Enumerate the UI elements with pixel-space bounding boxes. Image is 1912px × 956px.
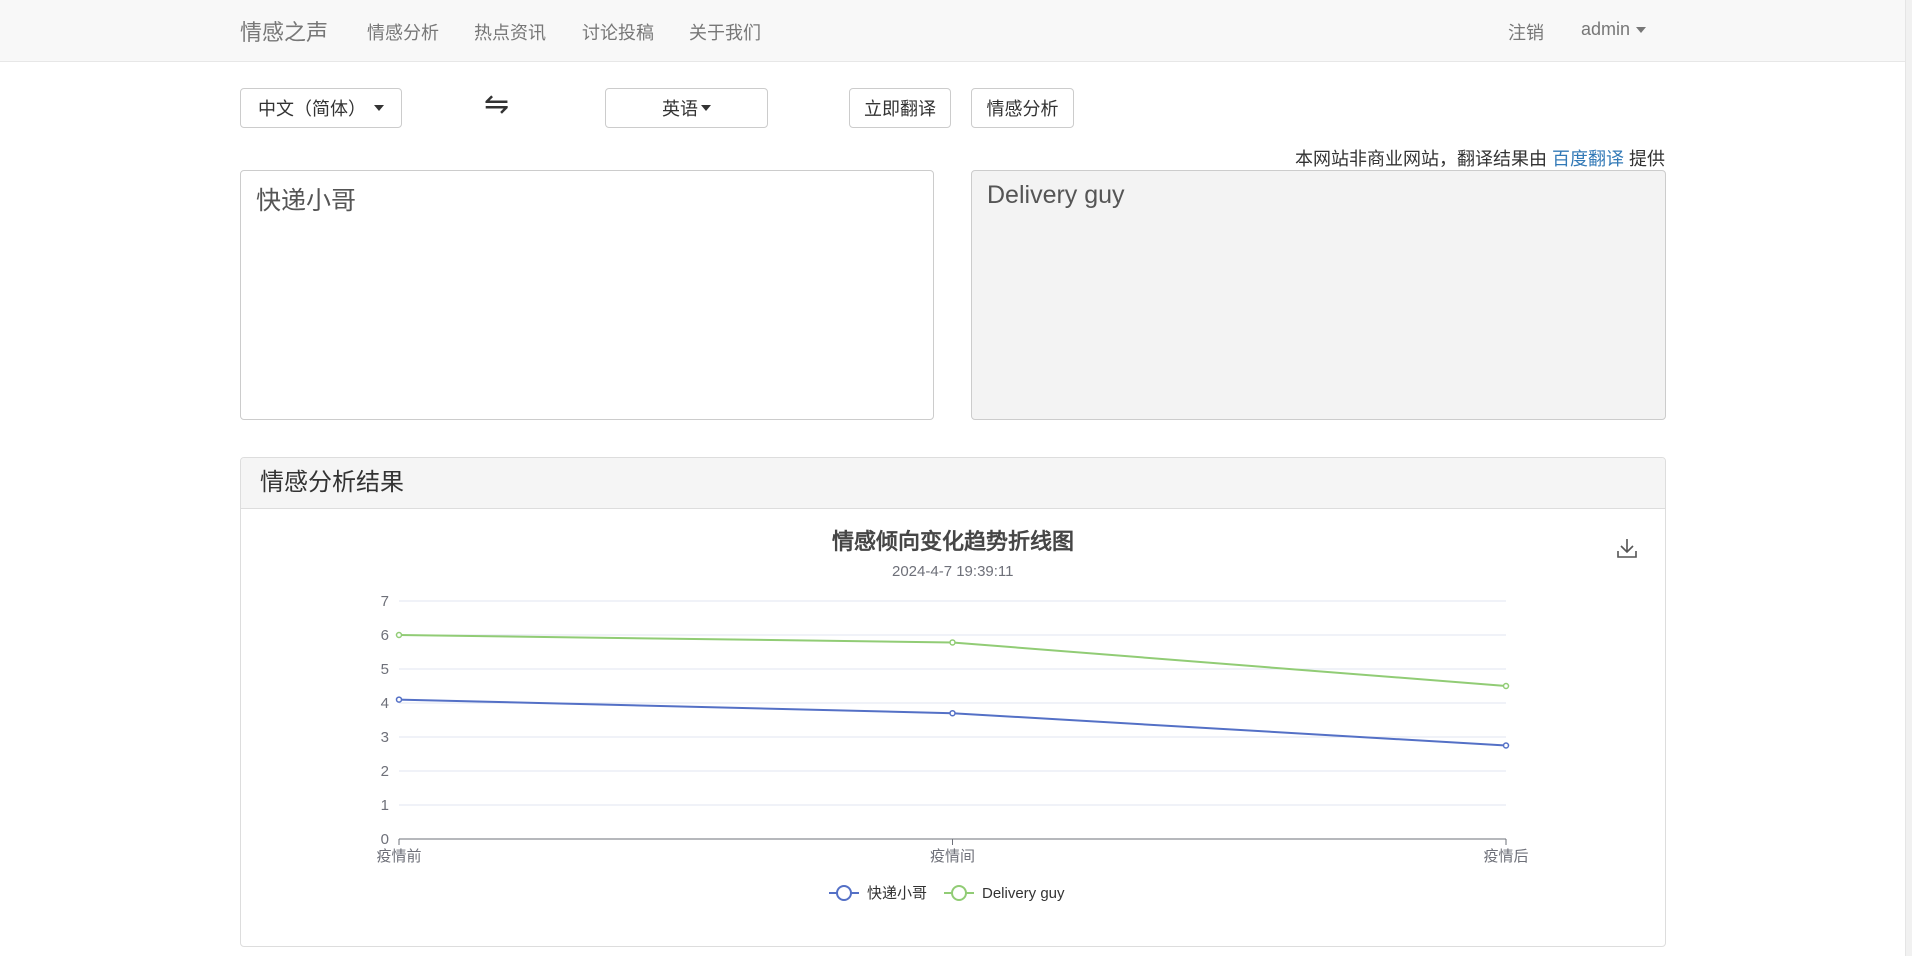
legend-label[interactable]: 快递小哥 xyxy=(867,885,927,902)
download-icon[interactable] xyxy=(1617,539,1637,558)
brand-logo[interactable]: 情感之声 xyxy=(240,15,328,47)
logout-link[interactable]: 注销 xyxy=(1508,19,1544,45)
baidu-translate-link[interactable]: 百度翻译 xyxy=(1552,149,1624,169)
user-name: admin xyxy=(1581,19,1631,39)
chevron-down-icon xyxy=(1636,27,1647,34)
nav-link-about[interactable]: 关于我们 xyxy=(689,19,761,45)
analysis-result-panel: 情感分析结果 情感倾向变化趋势折线图 2024-4-7 19:39:11 0 1 2… xyxy=(240,457,1666,947)
source-language-label: 中文（简体） xyxy=(258,99,366,119)
translated-text-output: Delivery guy xyxy=(971,170,1666,420)
notice-prefix: 本网站非商业网站，翻译结果由 xyxy=(1294,149,1547,169)
user-menu[interactable]: admin xyxy=(1581,19,1647,40)
y-tick-label: 4 xyxy=(381,695,389,712)
swap-languages-icon[interactable]: ⇋ xyxy=(484,90,509,120)
translate-button[interactable]: 立即翻译 xyxy=(849,88,951,128)
notice-suffix: 提供 xyxy=(1629,149,1665,169)
source-language-select[interactable]: 中文（简体） xyxy=(240,88,402,128)
y-tick-label: 1 xyxy=(381,797,389,814)
data-point[interactable] xyxy=(1502,742,1510,749)
target-language-label: 英语 xyxy=(662,99,698,119)
y-tick-label: 7 xyxy=(381,593,389,610)
translation-credit-notice: 本网站非商业网站，翻译结果由 百度翻译 提供 xyxy=(1295,145,1665,171)
data-point[interactable] xyxy=(949,709,956,717)
scrollbar[interactable] xyxy=(1905,0,1912,956)
legend-label[interactable]: Delivery guy xyxy=(982,885,1065,902)
data-point[interactable] xyxy=(395,631,403,639)
panel-title: 情感分析结果 xyxy=(241,458,1665,509)
series-line xyxy=(398,698,1507,747)
x-tick-label: 疫情间 xyxy=(930,848,975,865)
nav-link-analysis[interactable]: 情感分析 xyxy=(367,19,439,45)
y-tick-label: 3 xyxy=(381,729,389,746)
legend-marker-icon[interactable] xyxy=(951,885,967,901)
x-tick-label: 疫情前 xyxy=(376,848,421,865)
chart-title: 情感倾向变化趋势折线图 xyxy=(832,529,1074,554)
top-navbar: 情感之声 情感分析 热点资讯 讨论投稿 关于我们 注销 admin xyxy=(0,0,1906,62)
chevron-down-icon xyxy=(374,105,384,111)
y-tick-label: 2 xyxy=(381,763,389,780)
sentiment-trend-chart: 情感倾向变化趋势折线图 2024-4-7 19:39:11 0 1 2 3 4 5 6 7 疫情… xyxy=(376,529,1637,902)
target-language-select[interactable]: 英语 xyxy=(605,88,768,128)
y-tick-label: 0 xyxy=(381,831,389,848)
data-point[interactable] xyxy=(1502,682,1510,690)
chevron-down-icon xyxy=(701,105,711,111)
legend-marker-icon[interactable] xyxy=(836,885,852,901)
nav-link-news[interactable]: 热点资讯 xyxy=(474,19,546,45)
y-tick-label: 5 xyxy=(381,661,389,678)
y-tick-label: 6 xyxy=(381,627,389,644)
x-tick-label: 疫情后 xyxy=(1483,848,1528,865)
chart-subtitle: 2024-4-7 19:39:11 xyxy=(892,563,1014,580)
source-text-input[interactable]: 快递小哥 xyxy=(240,170,934,420)
data-point[interactable] xyxy=(949,639,956,646)
nav-link-discussion[interactable]: 讨论投稿 xyxy=(582,19,654,45)
data-point[interactable] xyxy=(395,696,403,703)
sentiment-analysis-button[interactable]: 情感分析 xyxy=(971,88,1074,128)
